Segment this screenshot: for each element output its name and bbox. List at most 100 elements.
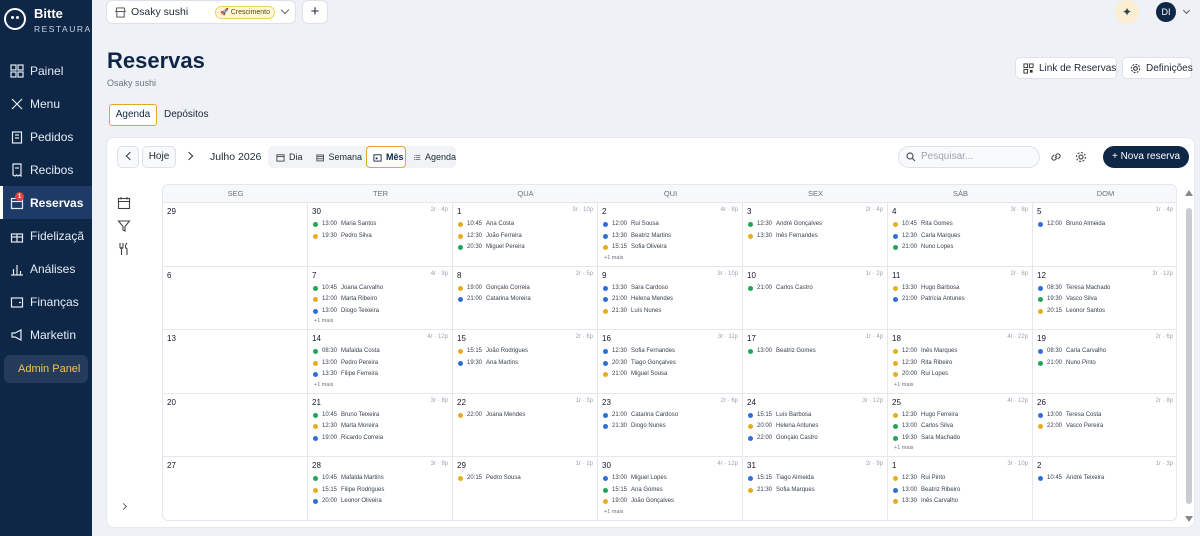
prev-month-button[interactable] <box>117 146 139 168</box>
calendar-day-cell[interactable]: 26 2r · 8p 13:00 Teresa Costa 22:00 Vasco Per… <box>1033 393 1176 458</box>
reservation-item[interactable]: 22:00 Gonçalo Castro <box>748 433 818 444</box>
sidebar-item-fidelizaca[interactable]: Fidelizaçã <box>0 219 92 252</box>
scrollbar-thumb[interactable] <box>1186 208 1192 504</box>
calendar-day-cell[interactable]: 7 4r · 9p 10:45 Joana Carvalho 12:00 Marta Ri… <box>308 266 453 331</box>
calendar-day-cell[interactable]: 1 3r · 10p 12:30 Rui Pinto 13:00 Beatriz Ribe… <box>888 457 1033 520</box>
calendar-day-cell[interactable]: 28 3r · 9p 10:45 Mafalda Martins 15:15 Filipe… <box>308 457 453 520</box>
view-week-button[interactable]: Semana <box>310 146 362 168</box>
avatar[interactable]: DI <box>1156 2 1176 22</box>
more-reservations-link[interactable]: +1 mais <box>894 445 913 451</box>
calendar-day-cell[interactable]: 11 2r · 6p 13:30 Hugo Barbosa 21:00 Patrícia … <box>888 266 1033 331</box>
reservation-item[interactable]: 21:00 Nuno Pinto <box>1038 358 1096 369</box>
reservation-item[interactable]: 13:00 Beatriz Ribeiro <box>893 485 960 496</box>
tab-agenda[interactable]: Agenda <box>109 104 157 126</box>
reservation-item[interactable]: 10:45 Bruno Teixeira <box>313 410 379 421</box>
reservation-item[interactable]: 13:30 Hugo Barbosa <box>893 283 959 294</box>
reservation-item[interactable]: 12:30 André Gonçalves <box>748 219 822 230</box>
calendar-day-cell[interactable]: 29 1r · 2p 20:15 Pedro Sousa <box>453 457 598 520</box>
calendar-day-cell[interactable]: 30 2r · 4p 13:00 Maria Santos 19:30 Pedro Sil… <box>308 203 453 267</box>
calendar-day-cell[interactable]: 12 3r · 12p 08:30 Teresa Machado 19:30 Vasco … <box>1033 266 1176 331</box>
reservation-item[interactable]: 12:30 Rui Pinto <box>893 473 945 484</box>
reservation-item[interactable]: 13:00 Carlos Silva <box>893 421 953 432</box>
reservation-item[interactable]: 13:00 Diogo Teixeira <box>313 306 379 317</box>
calendar-day-cell[interactable]: 18 4r · 22p 12:00 Inês Marques 12:30 Rita Rib… <box>888 330 1033 394</box>
reservation-item[interactable]: 19:00 João Gonçalves <box>603 496 674 507</box>
calendar-day-cell[interactable]: 17 1r · 4p 13:00 Beatriz Gomes <box>743 330 888 394</box>
calendar-scrollbar[interactable] <box>1184 186 1194 526</box>
more-reservations-link[interactable]: +1 mais <box>314 382 333 388</box>
reservation-item[interactable]: 20:30 Miguel Pereira <box>458 242 525 253</box>
reservation-item[interactable]: 22:00 Vasco Pereira <box>1038 421 1103 432</box>
reservation-item[interactable]: 12:30 Rita Ribeiro <box>893 358 952 369</box>
calendar-day-cell[interactable]: 2 4r · 8p 12:00 Rui Sousa 13:30 Beatriz Marti… <box>598 203 743 267</box>
reservation-item[interactable]: 15:15 João Rodrigues <box>458 346 528 357</box>
search-input[interactable]: Pesquisar... <box>898 146 1040 168</box>
sidebar-item-financas[interactable]: Finanças <box>0 285 92 318</box>
today-button[interactable]: Hoje <box>142 146 176 168</box>
scroll-down-icon[interactable] <box>1185 516 1193 522</box>
view-agenda-button[interactable]: Agenda <box>408 146 456 168</box>
reservation-item[interactable]: 10:45 Rita Gomes <box>893 219 953 230</box>
calendar-day-cell[interactable]: 19 2r · 6p 08:30 Carla Carvalho 21:00 Nuno Pi… <box>1033 330 1176 394</box>
reservation-item[interactable]: 12:30 Marta Moreira <box>313 421 378 432</box>
reservation-item[interactable]: 21:00 Catarina Cardoso <box>603 410 678 421</box>
reservation-item[interactable]: 13:00 Pedro Pereira <box>313 358 378 369</box>
reservation-item[interactable]: 08:30 Carla Carvalho <box>1038 346 1106 357</box>
reservation-item[interactable]: 10:45 Ana Costa <box>458 219 514 230</box>
sidebar-item-reservas[interactable]: Reservas 1 <box>0 186 92 219</box>
reservation-item[interactable]: 19:00 Ricardo Correia <box>313 433 383 444</box>
reservation-item[interactable]: 21:30 Sofia Marques <box>748 485 815 496</box>
calendar-day-cell[interactable]: 16 3r · 11p 12:30 Sofia Fernandes 20:30 Tiago… <box>598 330 743 394</box>
restaurant-selector[interactable]: Osaky sushi 🚀 Crescimento <box>106 0 296 24</box>
reservation-item[interactable]: 10:45 Joana Carvalho <box>313 283 383 294</box>
sidebar-item-analises[interactable]: Análises <box>0 252 92 285</box>
calendar-day-cell[interactable]: 24 3r · 12p 15:15 Luís Barbosa 20:00 Helena A… <box>743 393 888 458</box>
calendar-day-cell[interactable]: 25 4r · 12p 12:30 Hugo Ferreira 13:00 Carlos … <box>888 393 1033 458</box>
filter-icon[interactable] <box>117 219 131 233</box>
reservation-item[interactable]: 13:30 Inês Fernandes <box>748 231 818 242</box>
reservation-item[interactable]: 13:00 Miguel Lopes <box>603 473 667 484</box>
reservation-link-button[interactable]: Link de Reservas <box>1015 57 1117 79</box>
reservation-item[interactable]: 12:30 Sofia Fernandes <box>603 346 675 357</box>
reservation-item[interactable]: 20:00 Helena Antunes <box>748 421 818 432</box>
calendar-icon[interactable] <box>117 196 131 210</box>
reservation-item[interactable]: 21:30 Luís Nunes <box>603 306 661 317</box>
calendar-day-cell[interactable]: 8 2r · 5p 19:00 Gonçalo Correia 21:00 Catarin… <box>453 266 598 331</box>
reservation-item[interactable]: 12:00 Rui Sousa <box>603 219 659 230</box>
reservation-item[interactable]: 10:45 André Teixeira <box>1038 473 1104 484</box>
next-month-button[interactable] <box>179 146 201 168</box>
reservation-item[interactable]: 19:30 Sara Machado <box>893 433 960 444</box>
calendar-day-cell[interactable]: 10 1r · 2p 21:00 Carlos Castro <box>743 266 888 331</box>
reservation-item[interactable]: 19:00 Gonçalo Correia <box>458 283 530 294</box>
reservation-item[interactable]: 13:30 Sara Cardoso <box>603 283 668 294</box>
admin-panel-button[interactable]: Admin Panel <box>4 355 88 383</box>
more-reservations-link[interactable]: +1 mais <box>604 509 623 515</box>
reservation-item[interactable]: 15:15 Filipe Rodrigues <box>313 485 384 496</box>
reservation-item[interactable]: 20:15 Leonor Santos <box>1038 306 1105 317</box>
reservation-item[interactable]: 10:45 Mafalda Martins <box>313 473 384 484</box>
reservation-item[interactable]: 15:15 Luís Barbosa <box>748 410 811 421</box>
reservation-item[interactable]: 20:15 Pedro Sousa <box>458 473 521 484</box>
more-reservations-link[interactable]: +1 mais <box>604 255 623 261</box>
add-restaurant-button[interactable]: + <box>302 0 328 24</box>
gear-icon[interactable] <box>1074 150 1088 164</box>
link-icon[interactable] <box>1049 150 1063 164</box>
sidebar-item-recibos[interactable]: Recibos <box>0 153 92 186</box>
reservation-item[interactable]: 21:00 Miguel Sousa <box>603 369 667 380</box>
reservation-item[interactable]: 12:30 Carla Marques <box>893 231 960 242</box>
reservation-item[interactable]: 12:00 Marta Ribeiro <box>313 294 377 305</box>
reservation-item[interactable]: 13:30 Filipe Ferreira <box>313 369 378 380</box>
scroll-up-icon[interactable] <box>1185 190 1193 196</box>
reservation-item[interactable]: 21:00 Catarina Moreira <box>458 294 531 305</box>
reservation-item[interactable]: 13:00 Teresa Costa <box>1038 410 1101 421</box>
reservation-item[interactable]: 19:30 Vasco Silva <box>1038 294 1097 305</box>
calendar-day-cell[interactable]: 30 4r · 12p 13:00 Miguel Lopes 15:15 Ana Gome… <box>598 457 743 520</box>
calendar-day-cell[interactable]: 22 1r · 3p 22:00 Joana Mendes <box>453 393 598 458</box>
view-day-button[interactable]: Dia <box>270 146 308 168</box>
calendar-day-cell[interactable]: 1 3r · 10p 10:45 Ana Costa 12:30 João Ferreir… <box>453 203 598 267</box>
sparkle-icon[interactable]: ✦ <box>1115 0 1139 24</box>
view-month-button[interactable]: Mês <box>366 146 406 168</box>
reservation-item[interactable]: 08:30 Mafalda Costa <box>313 346 380 357</box>
calendar-day-cell[interactable]: 4 3r · 8p 10:45 Rita Gomes 12:30 Carla Marque… <box>888 203 1033 267</box>
reservation-item[interactable]: 13:30 Inês Carvalho <box>893 496 958 507</box>
